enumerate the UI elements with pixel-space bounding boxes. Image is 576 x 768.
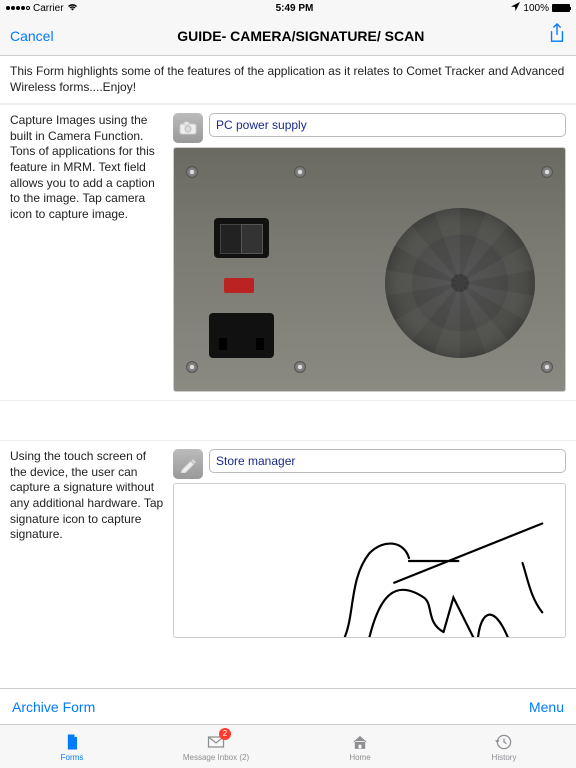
tab-forms-label: Forms — [61, 753, 84, 762]
location-icon — [511, 2, 520, 14]
archive-form-button[interactable]: Archive Form — [12, 699, 95, 715]
bottom-toolbar: Archive Form Menu — [0, 688, 576, 724]
form-content: This Form highlights some of the feature… — [0, 56, 576, 688]
camera-icon-button[interactable] — [173, 113, 203, 143]
status-right: 100% — [511, 2, 570, 14]
camera-section: Capture Images using the built in Camera… — [0, 104, 576, 400]
signature-canvas[interactable] — [173, 483, 566, 638]
tab-inbox[interactable]: 2 Message Inbox (2) — [144, 725, 288, 768]
carrier-label: Carrier — [33, 3, 64, 14]
tab-history-label: History — [492, 753, 517, 762]
wifi-icon — [67, 3, 78, 13]
signature-icon-button[interactable] — [173, 449, 203, 479]
intro-text: This Form highlights some of the feature… — [0, 56, 576, 104]
nav-bar: Cancel GUIDE- CAMERA/SIGNATURE/ SCAN — [0, 16, 576, 56]
status-bar: Carrier 5:49 PM 100% — [0, 0, 576, 16]
battery-icon — [552, 4, 570, 12]
tab-forms[interactable]: Forms — [0, 725, 144, 768]
tab-home[interactable]: Home — [288, 725, 432, 768]
share-button[interactable] — [548, 23, 566, 48]
tab-bar: Forms 2 Message Inbox (2) Home History — [0, 724, 576, 768]
page-title: GUIDE- CAMERA/SIGNATURE/ SCAN — [177, 28, 424, 44]
menu-button[interactable]: Menu — [529, 699, 564, 715]
tab-history[interactable]: History — [432, 725, 576, 768]
camera-caption-input[interactable]: PC power supply — [209, 113, 566, 137]
tab-inbox-label: Message Inbox (2) — [183, 753, 249, 762]
signature-description: Using the touch screen of the device, th… — [10, 449, 165, 638]
battery-pct: 100% — [523, 3, 549, 14]
signature-caption-input[interactable]: Store manager — [209, 449, 566, 473]
status-time: 5:49 PM — [276, 3, 314, 14]
camera-description: Capture Images using the built in Camera… — [10, 113, 165, 392]
status-left: Carrier — [6, 3, 78, 14]
cancel-button[interactable]: Cancel — [10, 28, 54, 44]
signature-section: Using the touch screen of the device, th… — [0, 440, 576, 646]
captured-image[interactable] — [173, 147, 566, 392]
tab-home-label: Home — [349, 753, 370, 762]
inbox-badge: 2 — [219, 728, 231, 740]
